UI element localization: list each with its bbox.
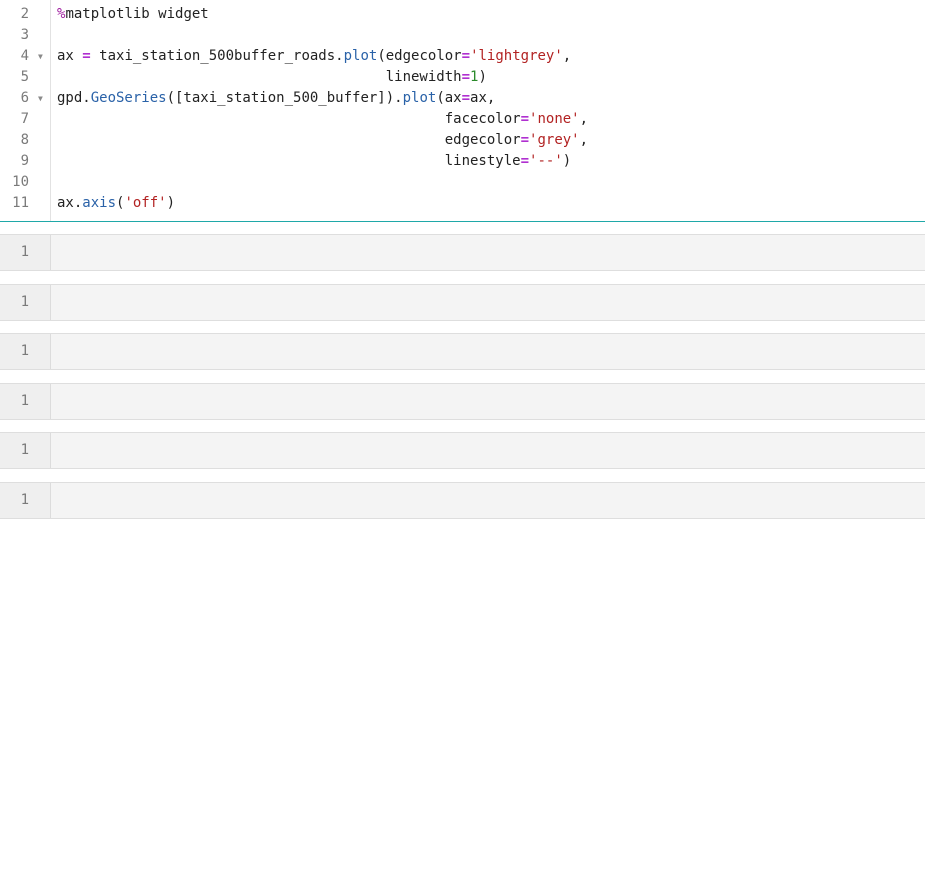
- code-token: (edgecolor: [377, 48, 462, 64]
- code-text[interactable]: edgecolor='grey',: [57, 130, 588, 151]
- code-token: ): [562, 153, 572, 169]
- code-token: =: [461, 69, 471, 85]
- code-line[interactable]: 10: [0, 172, 925, 193]
- fold-triangle-icon[interactable]: ▼: [38, 46, 43, 67]
- cell-line-number-gutter: 1: [0, 384, 51, 419]
- cell-line-number-gutter: 1: [0, 483, 51, 518]
- empty-code-cell[interactable]: 1: [0, 432, 925, 469]
- code-text[interactable]: gpd.GeoSeries([taxi_station_500_buffer])…: [57, 88, 495, 109]
- code-token: ,: [579, 111, 589, 127]
- code-token: axis: [82, 195, 117, 211]
- code-token: taxi_station_500buffer_roads.: [90, 48, 344, 64]
- line-number: 1: [20, 343, 29, 359]
- line-number: 10: [12, 174, 29, 190]
- empty-code-cell[interactable]: 1: [0, 234, 925, 271]
- code-token: ,: [562, 48, 572, 64]
- line-number: 4: [20, 48, 29, 64]
- code-token: ax.: [57, 195, 83, 211]
- line-number: 1: [20, 492, 29, 508]
- code-token: 'off': [124, 195, 167, 211]
- code-token: ([taxi_station_500_buffer]).: [166, 90, 403, 106]
- code-line[interactable]: 9 linestyle='--'): [0, 151, 925, 172]
- code-token: matplotlib widget: [65, 6, 209, 22]
- code-token: gpd.: [57, 90, 91, 106]
- code-line[interactable]: 3: [0, 25, 925, 46]
- code-text[interactable]: facecolor='none',: [57, 109, 588, 130]
- line-number: 2: [20, 6, 29, 22]
- code-cell-editor[interactable]: 2 %matplotlib widget 3 4 ▼ ax = taxi_station_…: [0, 0, 925, 222]
- line-number: 5: [20, 69, 29, 85]
- code-token: (ax: [436, 90, 462, 106]
- code-token: edgecolor: [57, 132, 521, 148]
- code-token: GeoSeries: [90, 90, 167, 106]
- code-token: =: [520, 153, 530, 169]
- line-number: 1: [20, 294, 29, 310]
- line-number: 1: [20, 244, 29, 260]
- code-token: =: [520, 132, 530, 148]
- empty-code-cell[interactable]: 1: [0, 333, 925, 370]
- code-line[interactable]: 5 linewidth=1): [0, 67, 925, 88]
- code-line[interactable]: 6 ▼ gpd.GeoSeries([taxi_station_500_buffer…: [0, 88, 925, 109]
- code-token: ax,: [470, 90, 496, 106]
- code-token: ,: [579, 132, 589, 148]
- code-token: ): [166, 195, 176, 211]
- line-number: 7: [20, 111, 29, 127]
- code-text[interactable]: ax = taxi_station_500buffer_roads.plot(e…: [57, 46, 571, 67]
- cell-line-number-gutter: 1: [0, 334, 51, 369]
- line-number: 3: [20, 27, 29, 43]
- code-token: linewidth: [57, 69, 462, 85]
- code-token: =: [520, 111, 530, 127]
- code-token: 'grey': [529, 132, 580, 148]
- code-token: =: [82, 48, 91, 64]
- code-line[interactable]: 4 ▼ ax = taxi_station_500buffer_roads.plot…: [0, 46, 925, 67]
- cell-line-number-gutter: 1: [0, 433, 51, 468]
- cell-line-number-gutter: 1: [0, 235, 51, 270]
- code-line[interactable]: 11 ax.axis('off'): [0, 193, 925, 214]
- code-text[interactable]: linewidth=1): [57, 67, 487, 88]
- code-token: plot: [343, 48, 378, 64]
- code-token: 'none': [529, 111, 580, 127]
- line-number: 11: [12, 195, 29, 211]
- code-token: linestyle: [57, 153, 521, 169]
- line-number: 9: [20, 153, 29, 169]
- code-token: ): [478, 69, 487, 85]
- code-text[interactable]: %matplotlib widget: [57, 4, 209, 25]
- empty-code-cell[interactable]: 1: [0, 482, 925, 519]
- line-number: 8: [20, 132, 29, 148]
- code-line[interactable]: 7 facecolor='none',: [0, 109, 925, 130]
- fold-triangle-icon[interactable]: ▼: [38, 88, 43, 109]
- code-token: '--': [529, 153, 563, 169]
- empty-code-cell[interactable]: 1: [0, 284, 925, 321]
- code-token: ax: [57, 48, 83, 64]
- code-line[interactable]: 8 edgecolor='grey',: [0, 130, 925, 151]
- line-number: 1: [20, 393, 29, 409]
- code-line[interactable]: 2 %matplotlib widget: [0, 4, 925, 25]
- line-number: 1: [20, 442, 29, 458]
- code-token: =: [461, 48, 471, 64]
- empty-code-cell[interactable]: 1: [0, 383, 925, 420]
- code-token: plot: [402, 90, 437, 106]
- code-token: facecolor: [57, 111, 521, 127]
- code-token: =: [461, 90, 471, 106]
- code-token: 'lightgrey': [470, 48, 563, 64]
- code-text[interactable]: linestyle='--'): [57, 151, 571, 172]
- line-number: 6: [20, 90, 29, 106]
- cell-line-number-gutter: 1: [0, 285, 51, 320]
- code-text[interactable]: ax.axis('off'): [57, 193, 175, 214]
